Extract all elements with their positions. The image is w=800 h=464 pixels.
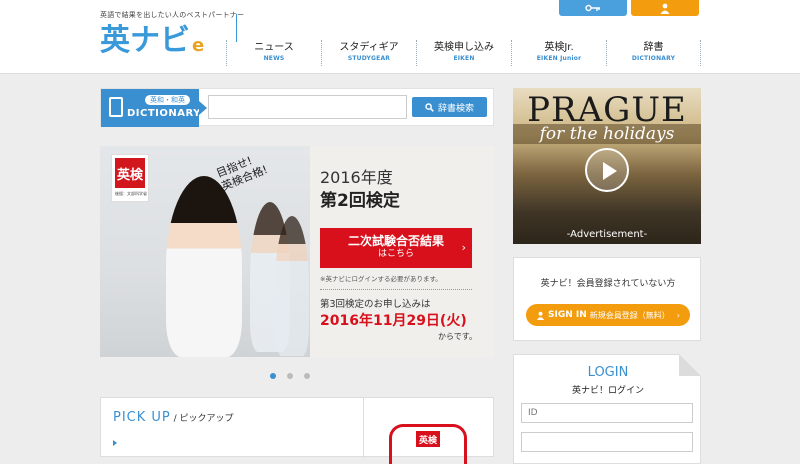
student-main: [166, 176, 242, 357]
dictionary-badge: 英和・和英 DICTIONARY: [101, 89, 201, 127]
banner-next-text: 第3回検定のお申し込みは: [320, 299, 431, 310]
student-figure: [275, 216, 309, 356]
member-button[interactable]: [631, 0, 699, 16]
nav-sublabel: DICTIONARY: [631, 55, 676, 62]
nav-sublabel: NEWS: [263, 55, 285, 62]
advertisement[interactable]: PRAGUE for the holidays -Advertisement-: [513, 88, 701, 244]
pickup-title: PICK UP: [113, 410, 171, 425]
pickup-heading: PICK UP / ピックアップ: [113, 410, 234, 425]
pickup-divider: [363, 398, 364, 458]
user-icon: [660, 3, 670, 14]
ad-subtitle: for the holidays: [513, 124, 701, 144]
login-box: LOGIN 英ナビ！ログイン: [513, 354, 701, 464]
hero-banner[interactable]: 英検 後援：文部科学省 目指せ! 英検合格! 2016年度 第2回検定 二次試験…: [100, 146, 494, 357]
signup-button-label: SIGN IN: [548, 310, 587, 320]
nav-label: スタディギア: [339, 42, 399, 53]
nav-sublabel: EIKEN: [453, 55, 475, 62]
logo-text: 英ナビ: [100, 23, 190, 58]
banner-title: 第2回検定: [320, 191, 400, 211]
logo-divider: [236, 14, 237, 42]
banner-from-text: からです。: [438, 332, 477, 341]
dictionary-search-input[interactable]: [208, 95, 407, 119]
eiken-logo-text: 英検: [115, 158, 145, 188]
login-password-input[interactable]: [521, 432, 693, 452]
pickup-subtitle: / ピックアップ: [170, 414, 234, 424]
results-button-sublabel: はこちら: [377, 249, 414, 259]
member-signup-text: 英ナビ！会員登録されていない方: [540, 279, 676, 289]
login-subtitle: 英ナビ！ログイン: [571, 386, 644, 396]
site-tagline: 英語で結果を出したい人のベストパートナー: [100, 11, 245, 19]
ad-label: -Advertisement-: [566, 229, 648, 240]
eiken-logo-sub: 後援：文部科学省: [115, 191, 147, 196]
carousel-dots: [270, 373, 310, 379]
banner-note: ※英ナビにログインする必要があります。: [320, 275, 442, 283]
nav-sublabel: STUDYGEAR: [347, 55, 391, 62]
signup-button[interactable]: SIGN IN 新規会員登録（無料） ›: [526, 304, 690, 326]
chevron-right-icon: ›: [676, 310, 680, 320]
nav-label: ニュース: [254, 42, 294, 53]
site-logo[interactable]: 英ナビ e: [100, 22, 204, 58]
site-header: 英語で結果を出したい人のベストパートナー 英ナビ e ニュース NEWS スタデ…: [0, 0, 800, 74]
banner-year: 2016年度: [320, 168, 393, 187]
play-icon[interactable]: [585, 148, 629, 192]
nav-sublabel: EIKEN Junior: [536, 55, 582, 62]
main-nav: ニュース NEWS スタディギア STUDYGEAR 英検申し込み EIKEN …: [226, 40, 701, 66]
pickup-thumb-logo: 英検: [416, 431, 440, 447]
carousel-dot[interactable]: [287, 373, 293, 379]
dictionary-badge-sub: 英和・和英: [145, 95, 190, 105]
eiken-logo: 英検 後援：文部科学省: [111, 154, 149, 202]
pickup-section: PICK UP / ピックアップ 英検: [100, 397, 494, 464]
pickup-bullet-icon: [113, 440, 117, 446]
dictionary-search-label: 辞書検索: [437, 103, 474, 114]
signup-button-sublabel: 新規会員登録（無料）: [589, 310, 670, 320]
login-id-input[interactable]: [521, 403, 693, 423]
dictionary-search-button[interactable]: 辞書検索: [412, 97, 487, 117]
nav-label: 英検申し込み: [434, 42, 494, 53]
nav-label: 辞書: [643, 42, 664, 53]
search-icon: [425, 102, 434, 112]
nav-item-news[interactable]: ニュース NEWS: [226, 40, 321, 66]
book-icon: [109, 97, 123, 117]
member-signup-box: 英ナビ！会員登録されていない方 SIGN IN 新規会員登録（無料） ›: [513, 257, 701, 341]
pickup-thumbnail[interactable]: 英検: [389, 424, 467, 464]
login-title: LOGIN: [587, 365, 629, 380]
carousel-dot[interactable]: [270, 373, 276, 379]
login-key-button[interactable]: [559, 0, 627, 16]
nav-item-studygear[interactable]: スタディギア STUDYGEAR: [321, 40, 416, 66]
nav-item-eiken-junior[interactable]: 英検Jr. EIKEN Junior: [511, 40, 606, 66]
dictionary-badge-arrow: [199, 101, 207, 115]
dictionary-search: 英和・和英 DICTIONARY 辞書検索: [100, 88, 494, 127]
nav-item-eiken[interactable]: 英検申し込み EIKEN: [416, 40, 511, 66]
nav-item-dictionary[interactable]: 辞書 DICTIONARY: [606, 40, 701, 66]
banner-date: 2016年11月29日(火): [320, 313, 467, 329]
banner-divider: [320, 289, 472, 290]
carousel-dot[interactable]: [304, 373, 310, 379]
results-button-label: 二次試験合否結果: [347, 234, 444, 248]
results-button[interactable]: 二次試験合否結果 はこちら ›: [320, 228, 472, 268]
logo-mark: e: [192, 35, 205, 56]
chevron-right-icon: ›: [461, 241, 466, 254]
nav-label: 英検Jr.: [544, 42, 574, 53]
dictionary-badge-title: DICTIONARY: [127, 108, 201, 119]
key-icon: [585, 4, 600, 12]
user-icon: [536, 311, 545, 320]
